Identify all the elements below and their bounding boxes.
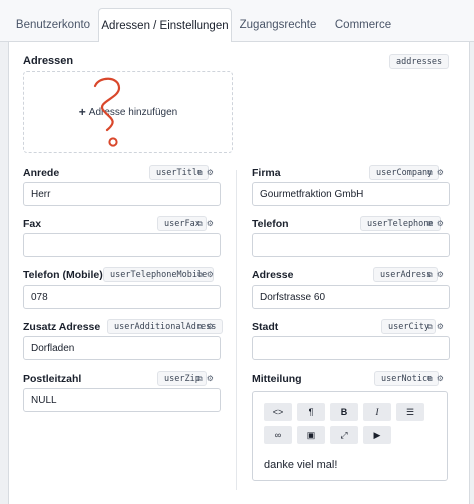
- mitteilung-editor[interactable]: <> ¶ B I ☰ ∞ ▣ ⤢ ▶ danke viel mal!: [252, 391, 448, 481]
- telefon-label: Telefon: [252, 218, 289, 230]
- plus-icon: +: [78, 105, 86, 119]
- gear-icon[interactable]: ⚙: [207, 168, 214, 178]
- copy-icon[interactable]: ⧉: [427, 322, 433, 332]
- adresse-label: Adresse: [252, 269, 294, 281]
- plz-label: Postleitzahl: [23, 373, 82, 385]
- fax-label: Fax: [23, 218, 42, 230]
- zusatz-input[interactable]: [23, 336, 221, 360]
- gear-icon[interactable]: ⚙: [207, 322, 214, 332]
- copy-icon[interactable]: ⧉: [427, 374, 433, 384]
- telefon-field-actions: ⧉ ⚙: [427, 219, 444, 229]
- gear-icon[interactable]: ⚙: [437, 270, 444, 280]
- mobile-label: Telefon (Mobile): [23, 269, 103, 281]
- settings-panel: Adressen addresses + Adresse hinzufügen …: [8, 42, 470, 504]
- copy-icon[interactable]: ⧉: [197, 168, 203, 178]
- tab-zugangsrechte[interactable]: Zugangsrechte: [234, 8, 322, 42]
- gear-icon[interactable]: ⚙: [207, 270, 214, 280]
- adresse-input[interactable]: [252, 285, 450, 309]
- copy-icon[interactable]: ⧉: [197, 219, 203, 229]
- gear-icon[interactable]: ⚙: [207, 219, 214, 229]
- stadt-input[interactable]: [252, 336, 450, 360]
- tab-bar: Benutzerkonto Adressen / Einstellungen Z…: [0, 0, 474, 43]
- gear-icon[interactable]: ⚙: [207, 374, 214, 384]
- gear-icon[interactable]: ⚙: [437, 374, 444, 384]
- addresses-label: Adressen: [23, 55, 74, 67]
- tab-commerce[interactable]: Commerce: [326, 8, 400, 42]
- stadt-field-actions: ⧉ ⚙: [427, 322, 444, 332]
- column-divider: [236, 170, 237, 490]
- anrede-field-actions: ⧉ ⚙: [197, 168, 214, 178]
- bold-icon[interactable]: B: [330, 403, 358, 421]
- gear-icon[interactable]: ⚙: [437, 168, 444, 178]
- firma-label: Firma: [252, 167, 281, 179]
- mitteilung-field-actions: ⧉ ⚙: [427, 374, 444, 384]
- mitteilung-label: Mitteilung: [252, 373, 302, 385]
- gear-icon[interactable]: ⚙: [437, 219, 444, 229]
- copy-icon[interactable]: ⧉: [427, 270, 433, 280]
- fax-input[interactable]: [23, 233, 221, 257]
- addresses-key-chip: addresses: [389, 54, 450, 69]
- fullscreen-icon[interactable]: ⤢: [330, 426, 358, 444]
- question-mark-annotation: [93, 77, 121, 147]
- copy-icon[interactable]: ⧉: [427, 168, 433, 178]
- firma-input[interactable]: [252, 182, 450, 206]
- fax-field-actions: ⧉ ⚙: [197, 219, 214, 229]
- mobile-field-actions: ⧉ ⚙: [197, 270, 214, 280]
- telefon-input[interactable]: [252, 233, 450, 257]
- copy-icon[interactable]: ⧉: [197, 322, 203, 332]
- copy-icon[interactable]: ⧉: [427, 219, 433, 229]
- stadt-label: Stadt: [252, 321, 279, 333]
- mobile-input[interactable]: [23, 285, 221, 309]
- tab-benutzerkonto[interactable]: Benutzerkonto: [8, 8, 98, 42]
- gear-icon[interactable]: ⚙: [437, 322, 444, 332]
- zusatz-label: Zusatz Adresse: [23, 321, 101, 333]
- copy-icon[interactable]: ⧉: [197, 374, 203, 384]
- image-icon[interactable]: ▣: [297, 426, 325, 444]
- paragraph-icon[interactable]: ¶: [297, 403, 325, 421]
- anrede-input[interactable]: [23, 182, 221, 206]
- video-icon[interactable]: ▶: [363, 426, 391, 444]
- mitteilung-text[interactable]: danke viel mal!: [264, 459, 337, 471]
- code-icon[interactable]: <>: [264, 403, 292, 421]
- firma-field-actions: ⧉ ⚙: [427, 168, 444, 178]
- copy-icon[interactable]: ⧉: [197, 270, 203, 280]
- plz-input[interactable]: [23, 388, 221, 412]
- tab-adressen-einstellungen[interactable]: Adressen / Einstellungen: [98, 8, 232, 43]
- plz-field-actions: ⧉ ⚙: [197, 374, 214, 384]
- adresse-field-actions: ⧉ ⚙: [427, 270, 444, 280]
- italic-icon[interactable]: I: [363, 403, 391, 421]
- link-icon[interactable]: ∞: [264, 426, 292, 444]
- anrede-label: Anrede: [23, 167, 60, 179]
- list-icon[interactable]: ☰: [396, 403, 424, 421]
- zusatz-field-actions: ⧉ ⚙: [197, 322, 214, 332]
